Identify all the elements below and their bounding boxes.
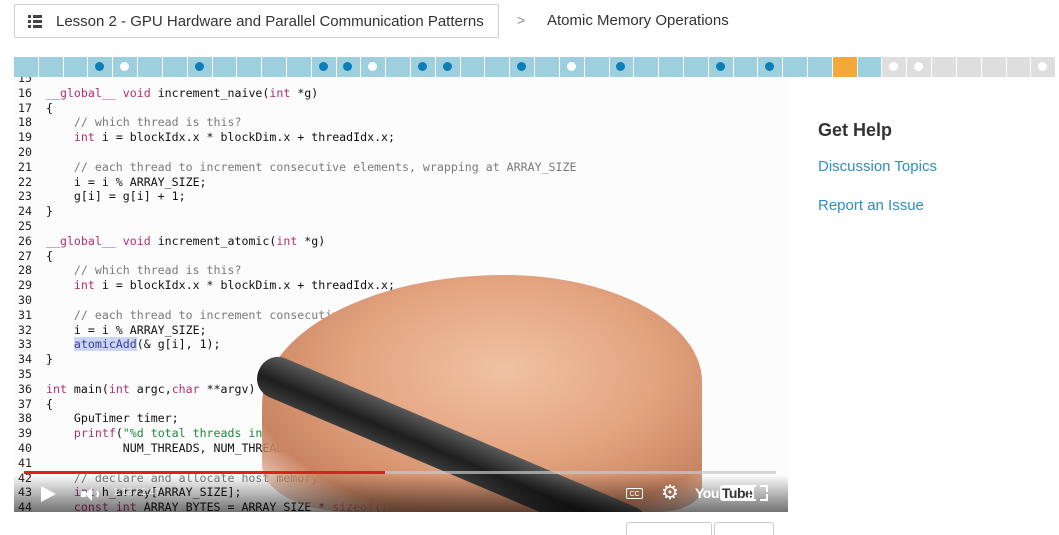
progress-segment[interactable]: [162, 57, 188, 77]
code-line: 15: [18, 77, 32, 85]
video-dot-icon: [368, 62, 378, 71]
lesson-title: Lesson 2 - GPU Hardware and Parallel Com…: [56, 12, 484, 30]
volume-icon[interactable]: [81, 487, 99, 501]
breadcrumb-separator: >: [517, 12, 526, 28]
quiz-dot-icon: [517, 62, 527, 71]
quiz-dot-icon: [318, 62, 328, 71]
progress-segment[interactable]: [783, 57, 808, 77]
progress-segment[interactable]: [808, 57, 833, 77]
progress-segment[interactable]: [584, 57, 610, 77]
progress-segment[interactable]: [88, 57, 114, 77]
code-line: 18 // which thread is this?: [18, 115, 242, 130]
code-line: 24}: [18, 204, 53, 219]
progress-segment[interactable]: [336, 57, 362, 77]
code-line: 17{: [18, 100, 53, 115]
code-line: 16 __global__ void increment_naive(int *g…: [18, 85, 319, 100]
progress-segment[interactable]: [535, 57, 560, 77]
video-dot-icon: [566, 62, 576, 71]
fullscreen-icon[interactable]: [748, 485, 768, 501]
quiz-dot-icon: [616, 62, 626, 71]
progress-segment[interactable]: [510, 57, 536, 77]
lesson-progress-bar: [14, 57, 1057, 77]
quiz-dot-icon: [442, 62, 452, 71]
progress-segment[interactable]: [634, 57, 660, 77]
progress-segment[interactable]: [857, 57, 883, 77]
code-line: 22 i = i % ARRAY_SIZE;: [18, 174, 207, 189]
quiz-dot-icon: [194, 62, 204, 71]
progress-segment[interactable]: [609, 57, 635, 77]
quiz-dot-icon: [95, 62, 105, 71]
progress-segment[interactable]: [14, 57, 39, 77]
progress-segment[interactable]: [187, 57, 213, 77]
progress-segment[interactable]: [212, 57, 238, 77]
progress-segment[interactable]: [286, 57, 312, 77]
progress-segment[interactable]: [485, 57, 511, 77]
quiz-dot-icon: [765, 62, 775, 71]
scrubber-fill: [24, 471, 385, 474]
progress-segment[interactable]: [311, 57, 337, 77]
progress-segment[interactable]: [1006, 57, 1032, 77]
progress-segment[interactable]: [708, 57, 734, 77]
code-line: 27{: [18, 248, 53, 263]
code-line: 25: [18, 218, 32, 233]
video-dot-icon: [914, 62, 924, 71]
code-line: 23 g[i] = g[i] + 1;: [18, 189, 186, 204]
code-line: 20: [18, 144, 32, 159]
list-icon: [28, 14, 42, 28]
progress-segment[interactable]: [435, 57, 461, 77]
video-dot-icon: [889, 62, 899, 71]
progress-segment[interactable]: [733, 57, 759, 77]
progress-segment[interactable]: [907, 57, 933, 77]
progress-segment[interactable]: [63, 57, 89, 77]
quiz-dot-icon: [343, 62, 353, 71]
progress-segment[interactable]: [683, 57, 709, 77]
quiz-dot-icon: [715, 62, 725, 71]
quiz-dot-icon: [417, 62, 427, 71]
video-dot-icon: [120, 62, 130, 71]
video-time: 1:18 / 2:47: [113, 487, 161, 498]
video-player[interactable]: 15 16 __global__ void increment_naive(int …: [14, 77, 788, 512]
code-line: 21 // each thread to increment consecuti…: [18, 159, 577, 174]
progress-segment[interactable]: [262, 57, 287, 77]
progress-segment[interactable]: [882, 57, 908, 77]
progress-segment[interactable]: [237, 57, 263, 77]
code-line: 26 __global__ void increment_atomic(int *…: [18, 233, 326, 248]
progress-segment[interactable]: [361, 57, 387, 77]
report-issue-link[interactable]: Report an Issue: [818, 197, 924, 214]
progress-segment[interactable]: [559, 57, 585, 77]
play-icon[interactable]: [41, 486, 56, 502]
progress-segment[interactable]: [460, 57, 486, 77]
progress-segment[interactable]: [1031, 57, 1057, 77]
progress-segment[interactable]: [659, 57, 684, 77]
video-scrubber[interactable]: [24, 471, 776, 474]
progress-segment[interactable]: [932, 57, 957, 77]
lesson-menu-button[interactable]: Lesson 2 - GPU Hardware and Parallel Com…: [14, 4, 499, 38]
progress-segment[interactable]: [38, 57, 64, 77]
youtube-logo[interactable]: You Tube: [695, 485, 755, 501]
progress-segment[interactable]: [832, 57, 858, 77]
progress-segment[interactable]: [138, 57, 163, 77]
gear-icon[interactable]: ⚙: [661, 483, 679, 503]
progress-segment[interactable]: [113, 57, 139, 77]
progress-segment[interactable]: [981, 57, 1007, 77]
discussion-topics-link[interactable]: Discussion Topics: [818, 158, 937, 175]
progress-segment[interactable]: [386, 57, 411, 77]
progress-segment[interactable]: [956, 57, 982, 77]
progress-segment[interactable]: [411, 57, 436, 77]
help-title: Get Help: [818, 120, 893, 140]
youtube-you: You: [695, 485, 719, 501]
captions-button[interactable]: CC: [626, 488, 643, 499]
progress-segment[interactable]: [758, 57, 784, 77]
video-dot-icon: [1038, 62, 1048, 71]
code-line: 19 int i = blockIdx.x * blockDim.x + thr…: [18, 130, 396, 145]
breadcrumb-current: Atomic Memory Operations: [547, 12, 729, 29]
